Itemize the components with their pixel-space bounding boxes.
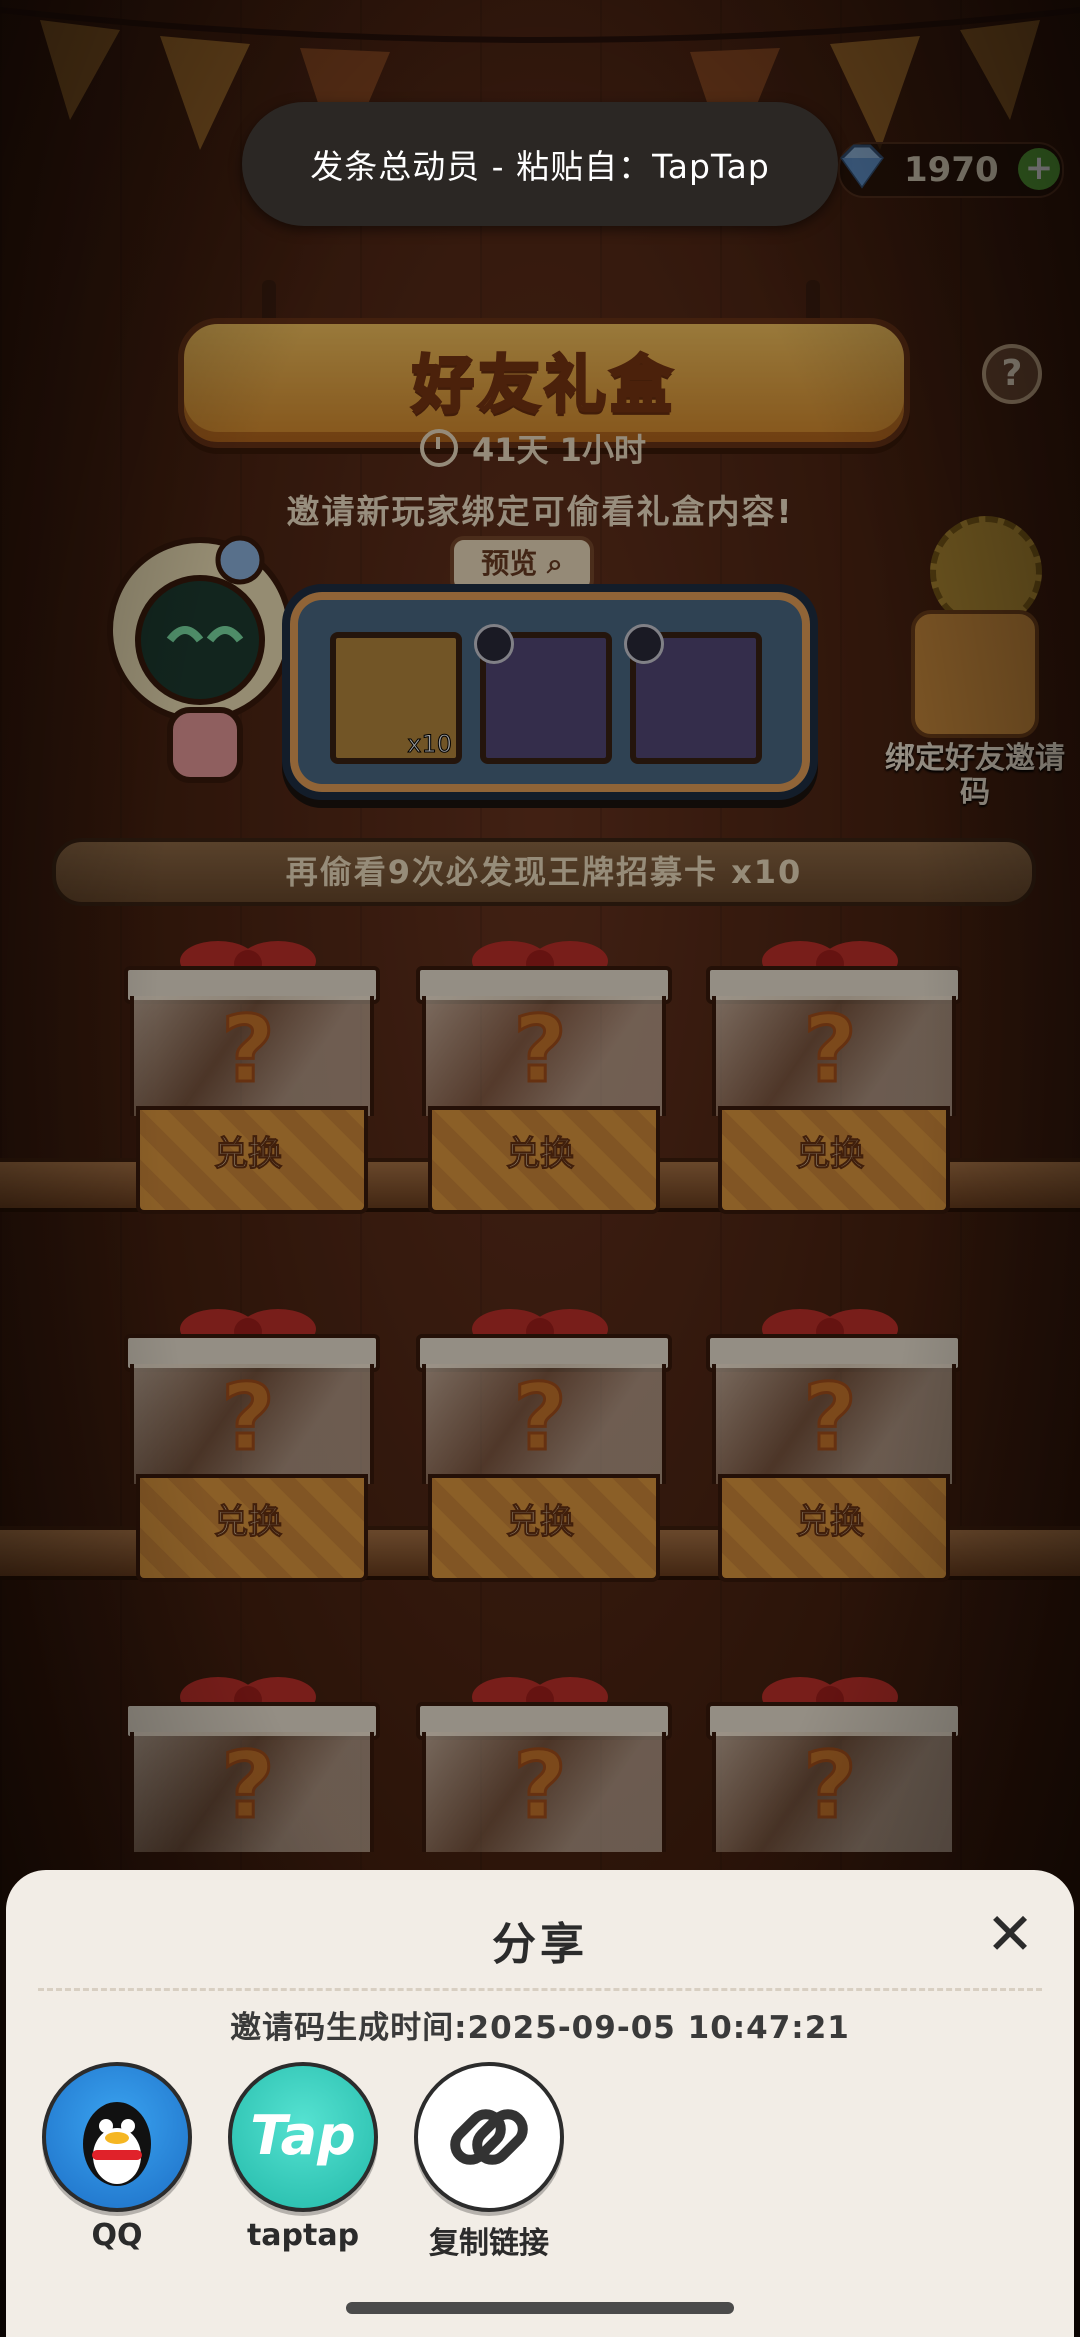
share-option-label: taptap (246, 2218, 360, 2253)
redeem-button[interactable]: 兑换 (416, 1494, 664, 1543)
taptap-logo-text: Tap (250, 2104, 356, 2167)
link-icon (414, 2062, 564, 2212)
divider (38, 1988, 1042, 1991)
question-mark-icon: ? (802, 995, 858, 1105)
question-mark-icon: ? (512, 1363, 568, 1473)
gift-box[interactable]: ? 兑换 (706, 1304, 962, 1582)
diamond-amount: 1970 (904, 150, 999, 190)
clock-icon (420, 429, 458, 467)
question-mark-icon: ? (512, 995, 568, 1105)
clipboard-toast: 发条总动员 - 粘贴自：TapTap (242, 102, 838, 226)
invite-code-timestamp: 邀请码生成时间:2025-09-05 10:47:21 (230, 2010, 850, 2046)
share-taptap-button[interactable]: Tap taptap (228, 2062, 378, 2253)
question-mark-icon: ? (512, 1731, 568, 1841)
share-option-label: QQ (91, 2218, 143, 2253)
redeem-button[interactable]: 兑换 (124, 1126, 372, 1175)
event-timer: 41天 1小时 (420, 428, 646, 469)
gift-box[interactable]: ? 兑换 (706, 936, 962, 1214)
preview-label: 预览 (481, 547, 538, 580)
countdown-text: 41天 1小时 (472, 431, 646, 469)
event-title: 好友礼盒 (410, 347, 676, 423)
add-diamond-button[interactable]: + (1018, 148, 1060, 190)
peek-progress-bar: 再偷看9次必发现王牌招募卡 x10 (52, 838, 1036, 906)
question-mark-icon: ? (220, 1731, 276, 1841)
reward-count: x10 (407, 730, 453, 759)
bind-invite-code-button[interactable]: 绑定好友邀请码 (885, 610, 1065, 810)
question-mark-icon: ? (802, 1731, 858, 1841)
share-qq-button[interactable]: QQ (42, 2062, 192, 2253)
gift-box[interactable]: ? 兑换 (416, 936, 672, 1214)
reward-slot-ring[interactable] (624, 624, 762, 764)
gift-box[interactable]: ? 兑换 (124, 1304, 380, 1582)
redeem-button[interactable]: 兑换 (416, 1126, 664, 1175)
info-badge-icon (624, 624, 664, 664)
reward-slot-wand[interactable] (474, 624, 612, 764)
close-icon[interactable]: ✕ (982, 1905, 1038, 1963)
gift-box[interactable]: ? 兑换 (124, 936, 380, 1214)
question-mark-icon: ? (802, 1363, 858, 1473)
help-button[interactable]: ? (982, 344, 1042, 404)
home-indicator[interactable] (346, 2302, 734, 2314)
reward-preview-machine: x10 (282, 584, 818, 800)
diamond-icon (840, 144, 884, 189)
info-badge-icon (474, 624, 514, 664)
redeem-button[interactable]: 兑换 (706, 1126, 954, 1175)
redeem-button[interactable]: 兑换 (124, 1494, 372, 1543)
share-sheet: 分享 ✕ 邀请码生成时间:2025-09-05 10:47:21 QQ Tap … (6, 1870, 1074, 2337)
share-title: 分享 (492, 1919, 588, 1970)
magnifier-icon: ⌕ (547, 547, 563, 580)
taptap-icon: Tap (228, 2062, 378, 2212)
qq-icon (42, 2062, 192, 2212)
gift-box[interactable]: ? 兑换 (416, 1304, 672, 1582)
copy-link-button[interactable]: 复制链接 (414, 2062, 564, 2262)
reward-slot-card-pack[interactable]: x10 (330, 632, 462, 764)
bind-invite-label: 绑定好友邀请码 (885, 741, 1065, 810)
question-mark-icon: ? (220, 995, 276, 1105)
share-option-label: 复制链接 (429, 2226, 549, 2261)
handshake-icon (911, 610, 1039, 738)
question-mark-icon: ? (220, 1363, 276, 1473)
diamond-currency[interactable]: 1970 + (838, 142, 1064, 198)
redeem-button[interactable]: 兑换 (706, 1494, 954, 1543)
